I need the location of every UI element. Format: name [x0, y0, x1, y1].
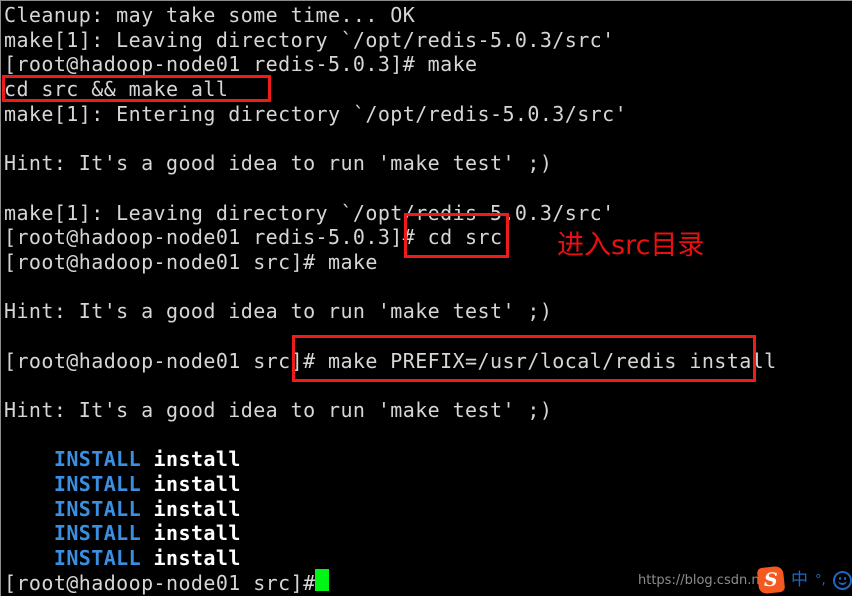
terminal-line: Hint: It's a good idea to run 'make test… — [4, 299, 553, 324]
terminal-line: [root@hadoop-node01 redis-5.0.3]# make — [4, 52, 478, 77]
annotation-label-enter-src-dir: 进入src目录 — [557, 230, 705, 261]
annotation-box-cd-src-make-all — [2, 75, 271, 102]
install-keyword: INSTALL — [53, 447, 142, 472]
install-keyword: INSTALL — [53, 472, 142, 497]
terminal-window[interactable]: Cleanup: may take some time... OK make[1… — [0, 0, 852, 596]
ime-smiley-mouth — [837, 579, 847, 585]
terminal-line: Hint: It's a good idea to run 'make test… — [4, 398, 553, 422]
install-line: INSTALL install — [4, 546, 852, 571]
terminal-line: make[1]: Entering directory `/opt/redis-… — [4, 101, 628, 126]
install-keyword: INSTALL — [53, 546, 142, 571]
install-target: install — [141, 521, 241, 546]
sogou-logo-letter: S — [764, 568, 778, 591]
ime-smiley-icon[interactable] — [832, 570, 852, 590]
annotation-box-cd-src — [404, 213, 509, 258]
install-line: INSTALL install — [4, 472, 852, 497]
install-indent — [4, 521, 54, 545]
install-target: install — [141, 447, 241, 472]
install-target: install — [141, 496, 241, 521]
ime-language-toggle[interactable]: 中 — [791, 571, 808, 589]
install-indent — [4, 472, 54, 496]
install-keyword: INSTALL — [53, 496, 142, 521]
install-line: INSTALL install — [4, 497, 852, 522]
ime-punctuation-toggle[interactable]: °, — [815, 574, 826, 587]
install-line: INSTALL install — [4, 447, 852, 472]
annotation-box-make-prefix — [292, 335, 756, 382]
install-indent — [4, 447, 54, 471]
terminal-line: Cleanup: may take some time... OK — [4, 3, 416, 27]
install-line: INSTALL install — [4, 521, 852, 546]
install-keyword: INSTALL — [53, 521, 142, 546]
terminal-line: make[1]: Leaving directory `/opt/redis-5… — [4, 27, 615, 52]
sogou-logo-icon[interactable]: S — [756, 565, 786, 595]
install-target: install — [141, 472, 241, 497]
terminal-cursor — [315, 569, 329, 591]
install-target: install — [141, 546, 241, 571]
sogou-ime-bar[interactable]: S 中 °, — [756, 565, 852, 595]
csdn-watermark: https://blog.csdn.net/ — [638, 573, 778, 588]
terminal-line: Hint: It's a good idea to run 'make test… — [4, 151, 553, 176]
install-indent — [4, 546, 54, 570]
install-indent — [4, 497, 54, 521]
